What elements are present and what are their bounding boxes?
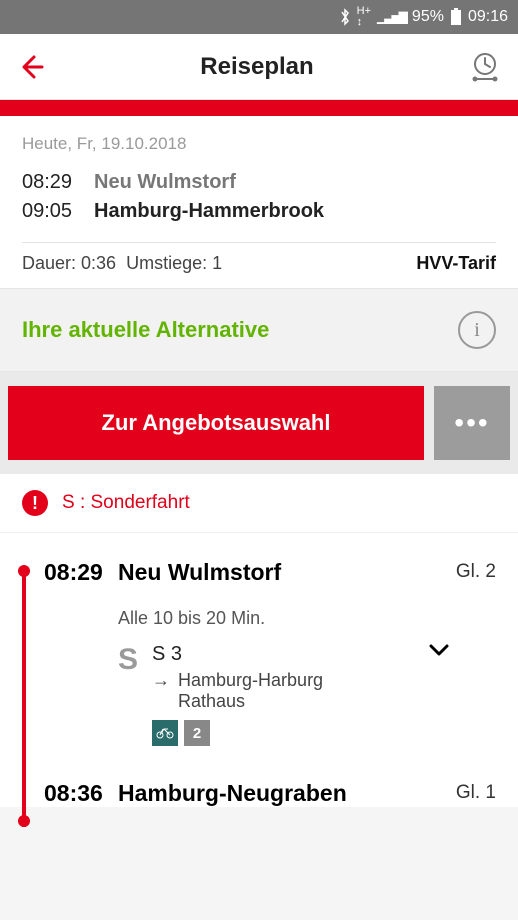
battery-text: 95% [412, 8, 444, 26]
status-bar: H+↕ ▁▃▅▇ 95% 09:16 [0, 0, 518, 34]
changes-label: Umstiege: 1 [126, 253, 222, 273]
page-title: Reiseplan [46, 53, 468, 81]
tariff-label: HVV-Tarif [416, 253, 496, 274]
back-button[interactable] [16, 52, 46, 82]
alternative-label: Ihre aktuelle Alternative [22, 317, 269, 343]
leg-time: 08:36 [22, 780, 118, 807]
timeline-dot [18, 815, 30, 827]
leg-item: 08:29 Neu Wulmstorf Alle 10 bis 20 Min. … [22, 559, 496, 746]
journey-legs: 08:29 Neu Wulmstorf Alle 10 bis 20 Min. … [0, 533, 518, 807]
platform-text: Gl. 1 [456, 780, 496, 804]
destination-station: Hamburg-Hammerbrook [94, 197, 324, 226]
journey-summary-card: Heute, Fr, 19.10.2018 08:29 Neu Wulmstor… [0, 116, 518, 288]
arrow-right-icon: → [152, 670, 170, 691]
info-icon: i [474, 319, 480, 342]
leg-station: Hamburg-Neugraben [118, 780, 456, 807]
network-icon: H+↕ [357, 6, 371, 28]
departure-time: 08:29 [22, 168, 82, 197]
journey-date: Heute, Fr, 19.10.2018 [22, 134, 496, 154]
leg-time: 08:29 [22, 559, 118, 586]
origin-station: Neu Wulmstorf [94, 168, 236, 197]
accent-strip [0, 100, 518, 116]
offers-button[interactable]: Zur Angebotsauswahl [8, 386, 424, 460]
alert-icon: ! [22, 490, 48, 516]
bike-badge [152, 720, 178, 746]
leg-station: Neu Wulmstorf [118, 559, 456, 586]
info-button[interactable]: i [458, 311, 496, 349]
leg-item: 08:36 Hamburg-Neugraben Gl. 1 [22, 780, 496, 807]
status-time: 09:16 [468, 8, 508, 26]
frequency-text: Alle 10 bis 20 Min. [118, 608, 456, 629]
notice-text: S : Sonderfahrt [62, 492, 190, 514]
notice-bar[interactable]: ! S : Sonderfahrt [0, 474, 518, 533]
platform-text: Gl. 2 [456, 559, 496, 583]
duration-label: Dauer: 0:36 [22, 253, 116, 273]
alternative-bar: Ihre aktuelle Alternative i [0, 288, 518, 372]
app-bar: Reiseplan [0, 34, 518, 100]
sbahn-icon: S [118, 643, 138, 677]
more-button[interactable]: ••• [434, 386, 510, 460]
battery-icon [450, 8, 462, 26]
bluetooth-icon [339, 8, 351, 26]
arrival-time: 09:05 [22, 197, 82, 226]
realtime-icon[interactable] [468, 50, 502, 84]
class-badge: 2 [184, 720, 210, 746]
direction-text: Hamburg-Harburg Rathaus [178, 670, 378, 712]
expand-button[interactable] [428, 643, 456, 657]
cta-row: Zur Angebotsauswahl ••• [0, 372, 518, 474]
signal-icon: ▁▃▅▇ [377, 10, 406, 24]
line-name: S 3 [152, 643, 414, 666]
